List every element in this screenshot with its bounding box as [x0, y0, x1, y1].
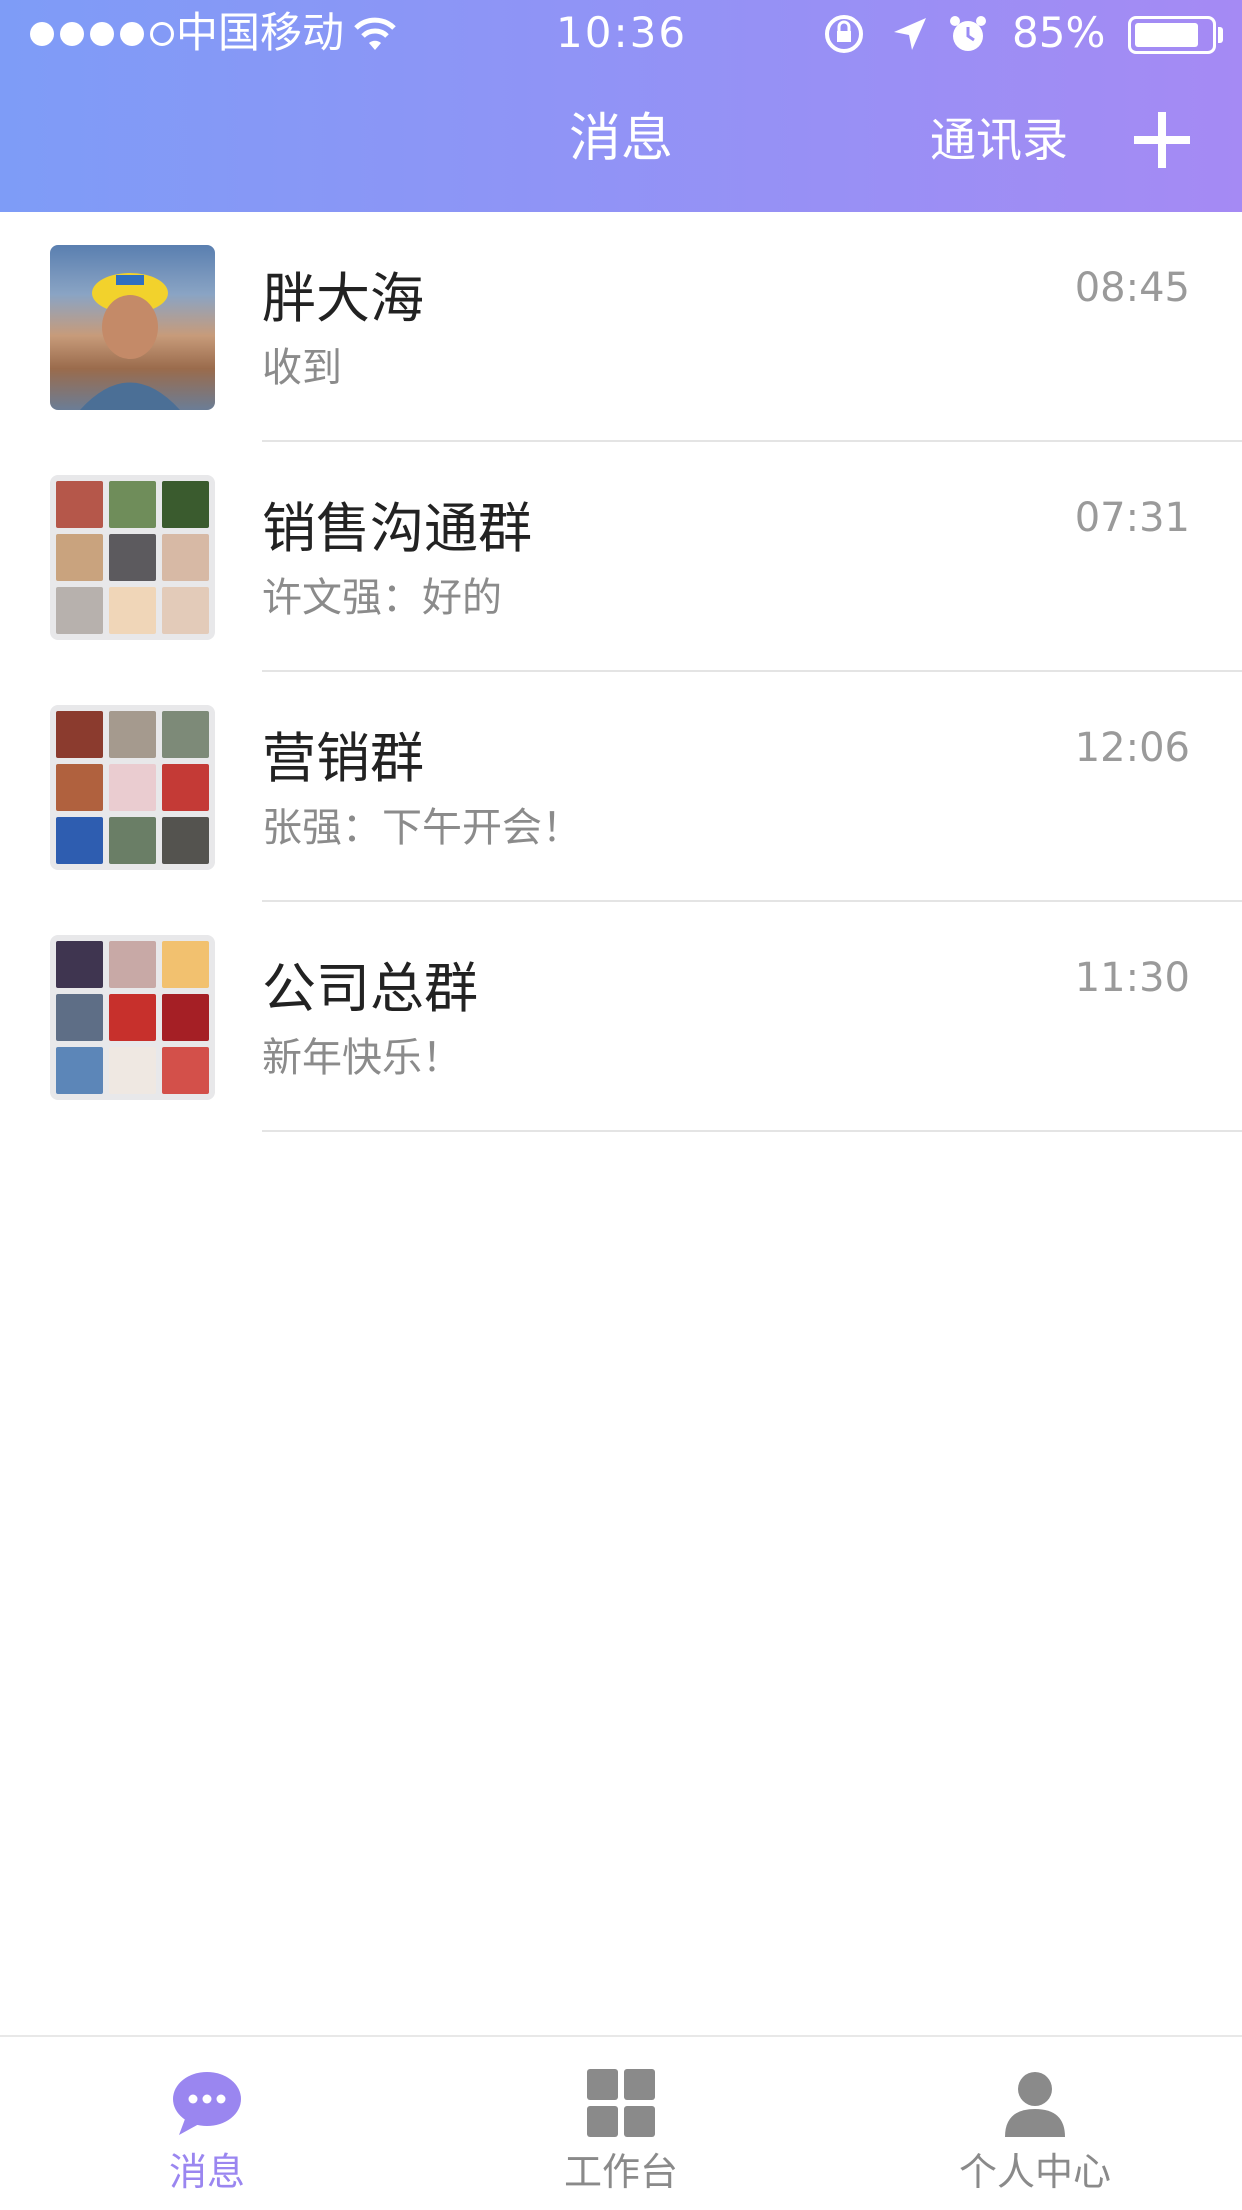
battery-percentage: 85% — [1012, 8, 1106, 57]
conversation-name: 胖大海 — [262, 267, 424, 330]
contacts-button[interactable]: 通讯录 — [930, 108, 1068, 172]
chat-bubble-icon — [173, 2072, 241, 2135]
conversation-name: 公司总群 — [262, 957, 478, 1020]
tab-workbench[interactable]: 工作台 — [414, 2037, 828, 2210]
location-arrow-icon — [894, 18, 926, 50]
alarm-icon — [950, 16, 986, 51]
divider — [262, 1130, 1242, 1132]
group-avatar — [50, 705, 215, 870]
group-avatar — [50, 935, 215, 1100]
carrier-label: 中国移动 — [176, 8, 345, 57]
tab-messages[interactable]: 消息 — [0, 2037, 414, 2210]
conversation-name: 销售沟通群 — [262, 497, 532, 560]
conversation-preview: 张强：下午开会！ — [262, 805, 582, 851]
conversation-item[interactable]: 公司总群 新年快乐！ 11:30 — [0, 902, 1242, 1132]
tab-profile[interactable]: 个人中心 — [828, 2037, 1242, 2210]
conversation-time: 12:06 — [1074, 725, 1190, 771]
tab-label: 个人中心 — [958, 2150, 1111, 2194]
signal-strength-icon — [30, 22, 174, 46]
rotation-lock-icon — [825, 15, 863, 53]
conversation-preview: 新年快乐！ — [262, 1035, 462, 1081]
conversation-item[interactable]: 营销群 张强：下午开会！ 12:06 — [0, 672, 1242, 902]
wifi-icon — [354, 17, 396, 50]
conversation-time: 07:31 — [1074, 495, 1190, 541]
plus-icon[interactable] — [1132, 110, 1192, 170]
status-bar: 中国移动 10:36 85% — [0, 0, 1242, 66]
conversation-preview: 收到 — [262, 345, 342, 391]
group-avatar — [50, 475, 215, 640]
conversation-time: 08:45 — [1074, 265, 1190, 311]
conversation-item[interactable]: 胖大海 收到 08:45 — [0, 212, 1242, 442]
avatar — [50, 245, 215, 410]
tab-label: 工作台 — [563, 2150, 678, 2194]
grid-icon — [587, 2069, 655, 2137]
status-time: 10:36 — [556, 8, 688, 57]
tab-bar: 消息 工作台 个人中心 — [0, 2035, 1242, 2210]
conversation-item[interactable]: 销售沟通群 许文强：好的 07:31 — [0, 442, 1242, 672]
conversation-name: 营销群 — [262, 727, 424, 790]
conversation-time: 11:30 — [1074, 955, 1190, 1001]
battery-icon — [1128, 16, 1216, 54]
tab-label: 消息 — [168, 2150, 245, 2194]
app-header: 中国移动 10:36 85% 消息 通讯录 — [0, 0, 1242, 212]
conversation-preview: 许文强：好的 — [262, 575, 502, 621]
person-icon — [1005, 2072, 1065, 2137]
conversation-list: 胖大海 收到 08:45 销售沟通群 许文强：好的 07:31 营销群 张强：下… — [0, 212, 1242, 1132]
